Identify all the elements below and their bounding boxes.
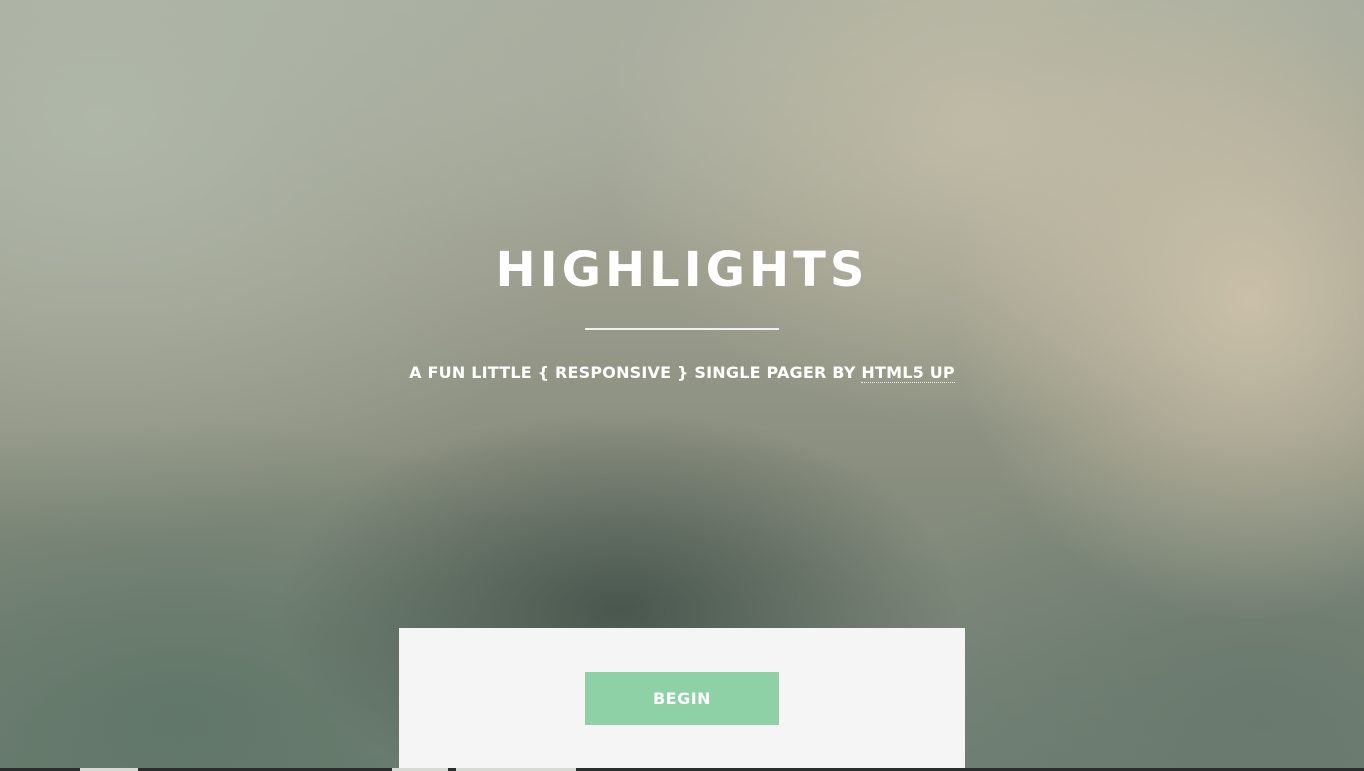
tagline-text: A FUN LITTLE { RESPONSIVE } SINGLE PAGER… — [409, 363, 862, 382]
html5-up-link[interactable]: HTML5 UP — [861, 363, 955, 383]
title-divider — [585, 328, 779, 330]
begin-button[interactable]: BEGIN — [585, 672, 779, 725]
intro-panel: BEGIN — [399, 628, 965, 771]
tagline: A FUN LITTLE { RESPONSIVE } SINGLE PAGER… — [0, 362, 1364, 384]
site-title: HIGHLIGHTS — [495, 242, 869, 298]
